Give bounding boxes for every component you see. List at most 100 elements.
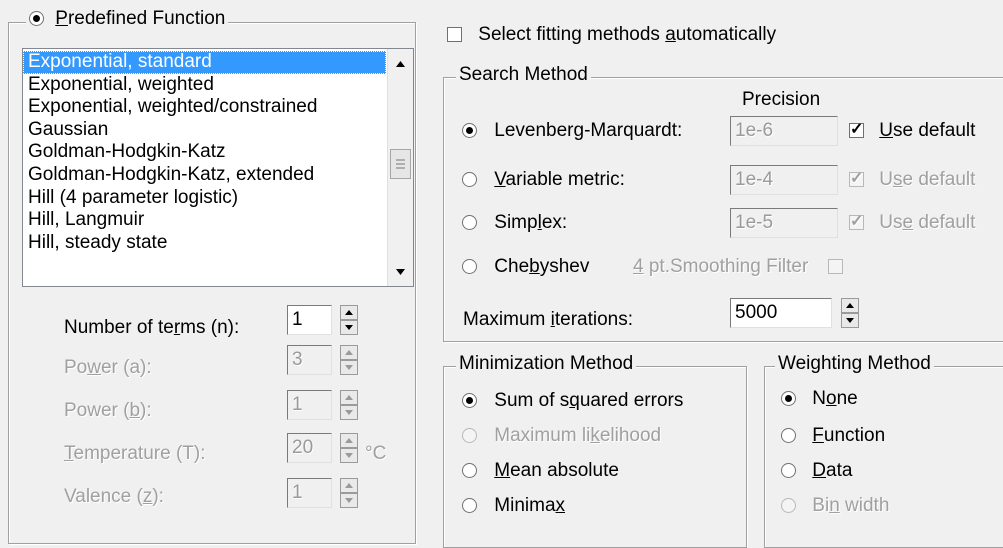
spin-down-icon[interactable] [340, 320, 358, 335]
search-method-title: Search Method [456, 64, 591, 86]
list-scrollbar[interactable] [387, 49, 413, 286]
mean-absolute-option[interactable]: Mean absolute [462, 460, 619, 482]
sum-squared-errors-radio[interactable] [462, 393, 477, 409]
weighting-none-option[interactable]: None [781, 388, 858, 410]
terms-input[interactable]: 1 [287, 305, 332, 335]
smoothing-filter-label: 4 pt.Smoothing Filter [633, 256, 809, 277]
chebyshev-radio[interactable] [462, 259, 477, 275]
power-b-label: Power (b): [64, 400, 152, 421]
list-item[interactable]: Goldman-Hodgkin-Katz [23, 141, 386, 164]
predefined-function-label[interactable]: Predefined Function [55, 8, 225, 29]
predefined-function-legend[interactable]: Predefined Function [26, 8, 229, 30]
spin-down-icon [340, 405, 358, 420]
list-item[interactable]: Gaussian [23, 119, 386, 142]
scroll-down-arrow-icon[interactable] [388, 259, 413, 284]
list-item[interactable]: Hill, Langmuir [23, 209, 386, 232]
list-item[interactable]: Exponential, weighted/constrained [23, 96, 386, 119]
power-a-label: Power (a): [64, 357, 152, 378]
spin-down-icon[interactable] [841, 313, 859, 328]
max-iterations-spinner[interactable] [841, 298, 859, 328]
simplex-use-default-option: ✓ Use default [849, 212, 975, 234]
minimax-label[interactable]: Minimax [494, 495, 565, 516]
levenberg-marquardt-radio[interactable] [462, 123, 477, 139]
variable-metric-label[interactable]: Variable metric: [494, 169, 625, 190]
predefined-function-radio[interactable] [29, 11, 44, 27]
levenberg-marquardt-label[interactable]: Levenberg-Marquardt: [494, 120, 682, 141]
mean-absolute-label[interactable]: Mean absolute [494, 460, 619, 481]
sum-squared-errors-option[interactable]: Sum of squared errors [462, 390, 683, 412]
spin-down-icon [340, 448, 358, 463]
power-b-input: 1 [287, 390, 332, 420]
sum-squared-errors-label[interactable]: Sum of squared errors [494, 390, 683, 411]
lm-use-default-label[interactable]: Use default [879, 120, 975, 141]
power-a-input: 3 [287, 345, 332, 375]
variable-metric-radio[interactable] [462, 172, 477, 188]
weighting-bin-width-option: Bin width [781, 495, 889, 517]
simplex-option[interactable]: Simplex: [462, 212, 567, 234]
function-listbox[interactable]: Exponential, standard Exponential, weigh… [22, 48, 414, 287]
weighting-bin-width-radio [781, 498, 796, 514]
auto-select-checkbox[interactable] [447, 27, 462, 43]
mean-absolute-radio[interactable] [462, 463, 477, 479]
valence-input: 1 [287, 478, 332, 508]
weighting-bin-width-label: Bin width [812, 495, 890, 516]
spin-up-icon [340, 478, 358, 493]
scroll-thumb[interactable] [390, 149, 411, 179]
max-iterations-input[interactable]: 5000 [730, 298, 832, 328]
list-item[interactable]: Exponential, standard [23, 51, 386, 74]
list-item[interactable]: Goldman-Hodgkin-Katz, extended [23, 164, 386, 187]
weighting-data-radio[interactable] [781, 463, 796, 479]
simplex-use-default-checkbox: ✓ [849, 213, 864, 231]
simplex-label[interactable]: Simplex: [494, 212, 567, 233]
spin-up-icon [340, 433, 358, 448]
simplex-use-default-label: Use default [879, 212, 976, 233]
lm-use-default-checkbox[interactable]: ✓ [849, 121, 864, 139]
check-mark-icon: ✓ [850, 213, 864, 231]
list-item[interactable]: Exponential, weighted [23, 74, 386, 97]
maximum-likelihood-label: Maximum likelihood [494, 425, 662, 446]
smoothing-filter-checkbox [827, 259, 843, 275]
spin-down-icon [340, 360, 358, 375]
spin-up-icon[interactable] [340, 305, 358, 320]
check-mark-icon: ✓ [850, 121, 864, 139]
list-item[interactable]: Hill (4 parameter logistic) [23, 187, 386, 210]
weighting-data-option[interactable]: Data [781, 460, 852, 482]
weighting-function-label[interactable]: Function [812, 425, 885, 446]
temperature-spinner [340, 433, 358, 463]
list-item[interactable]: Hill, steady state [23, 232, 386, 255]
auto-select-label[interactable]: Select fitting methods automatically [478, 24, 776, 45]
chebyshev-label[interactable]: Chebyshev [494, 256, 589, 277]
terms-label: Number of terms (n): [64, 317, 240, 338]
weighting-function-option[interactable]: Function [781, 425, 885, 447]
lm-precision-input: 1e-6 [730, 116, 838, 146]
weighting-none-radio[interactable] [781, 391, 796, 407]
scroll-up-arrow-icon[interactable] [388, 51, 413, 76]
temperature-unit: °C [365, 443, 387, 464]
weighting-none-label[interactable]: None [812, 388, 857, 409]
weighting-function-radio[interactable] [781, 428, 796, 444]
spin-up-icon [340, 390, 358, 405]
weighting-method-title: Weighting Method [775, 353, 934, 375]
vm-precision-input: 1e-4 [730, 165, 838, 195]
power-b-spinner [340, 390, 358, 420]
auto-select-option[interactable]: Select fitting methods automatically [447, 24, 776, 46]
variable-metric-option[interactable]: Variable metric: [462, 169, 625, 191]
minimization-method-title: Minimization Method [456, 353, 637, 375]
levenberg-marquardt-option[interactable]: Levenberg-Marquardt: [462, 120, 682, 142]
terms-spinner[interactable] [340, 305, 358, 335]
power-a-spinner [340, 345, 358, 375]
lm-use-default-option[interactable]: ✓ Use default [849, 120, 975, 142]
chebyshev-option[interactable]: Chebyshev [462, 256, 589, 278]
minimax-radio[interactable] [462, 498, 477, 514]
spin-down-icon [340, 493, 358, 508]
minimax-option[interactable]: Minimax [462, 495, 565, 517]
maximum-likelihood-option: Maximum likelihood [462, 425, 661, 447]
simplex-radio[interactable] [462, 215, 477, 231]
vm-use-default-label: Use default [879, 169, 976, 190]
check-mark-icon: ✓ [850, 170, 864, 188]
search-method-group [443, 77, 1003, 342]
weighting-data-label[interactable]: Data [812, 460, 852, 481]
temperature-input: 20 [287, 433, 332, 463]
spin-up-icon[interactable] [841, 298, 859, 313]
vm-use-default-option: ✓ Use default [849, 169, 975, 191]
